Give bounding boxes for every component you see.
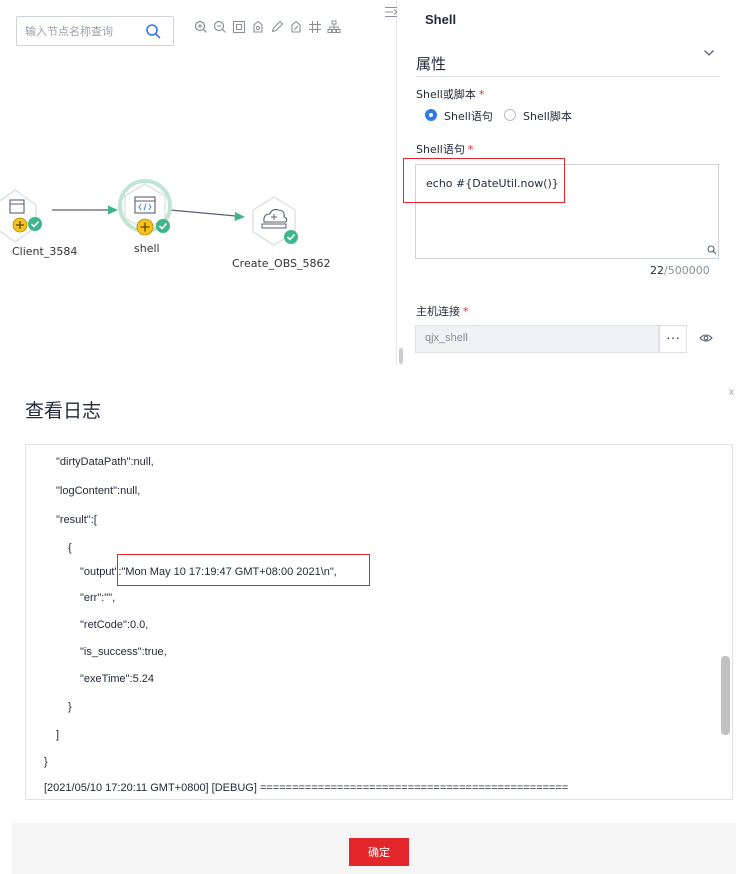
search-icon[interactable] [707, 245, 717, 255]
log-line: "exeTime":5.24 [80, 673, 155, 685]
log-scrollbar[interactable] [721, 656, 730, 735]
connector-arrow [52, 205, 118, 215]
flow-diagram [0, 179, 298, 246]
zoom-out-icon[interactable] [213, 20, 227, 34]
properties-section-title: 属性 [416, 55, 447, 73]
delete-icon[interactable] [289, 20, 303, 34]
host-connection-value: qjx_shell [425, 332, 468, 344]
node-client[interactable] [0, 189, 37, 243]
panel-scrollbar[interactable] [399, 348, 403, 364]
check-badge [28, 217, 42, 231]
panel-divider [396, 0, 397, 365]
log-line: "is_success":true, [80, 646, 167, 658]
dialog-title: 查看日志 [25, 400, 102, 422]
radio-shell-script[interactable] [504, 109, 516, 121]
node-search-input[interactable] [25, 23, 135, 39]
shell-or-script-label: Shell或脚本 * [416, 88, 485, 101]
eye-icon[interactable] [699, 333, 713, 343]
layout-icon[interactable] [327, 20, 341, 34]
char-counter: 22/500000 [650, 264, 710, 277]
radio-shell-script-label[interactable]: Shell脚本 [523, 108, 572, 124]
node-search-box[interactable] [16, 16, 174, 46]
log-line: "retCode":0.0, [80, 619, 149, 631]
fit-screen-icon[interactable] [232, 20, 246, 34]
host-select-button[interactable]: ··· [659, 325, 687, 353]
plus-badge [136, 218, 154, 236]
host-connection-label: 主机连接 * [416, 305, 469, 318]
section-divider [416, 76, 720, 77]
collapse-panel-icon[interactable] [384, 6, 398, 18]
log-line: "dirtyDataPath":null, [56, 456, 154, 468]
log-line: } [68, 701, 72, 713]
check-badge [156, 219, 170, 233]
log-line: "result":[ [56, 514, 97, 526]
confirm-button[interactable]: 确定 [349, 838, 409, 866]
chevron-down-icon[interactable] [703, 49, 715, 57]
log-line: } [44, 756, 48, 768]
plus-badge [12, 217, 28, 233]
highlight-box [117, 554, 370, 586]
zoom-in-icon[interactable] [194, 20, 208, 34]
edit-icon[interactable] [270, 20, 284, 34]
radio-shell-statement-label[interactable]: Shell语句 [444, 108, 493, 124]
check-badge [284, 230, 298, 244]
connector-arrow [169, 209, 245, 221]
lock-icon[interactable] [251, 20, 265, 34]
log-line: { [68, 542, 72, 554]
node-label-client: Client_3584 [12, 245, 78, 258]
log-line: "logContent":null, [56, 485, 141, 497]
grid-icon[interactable] [308, 20, 322, 34]
search-icon[interactable] [145, 23, 161, 39]
log-line: ] [56, 729, 60, 741]
node-label-shell: shell [134, 242, 160, 255]
dialog-close-button[interactable]: x [729, 387, 734, 398]
log-line: [2021/05/10 17:20:11 GMT+0800] [DEBUG] =… [44, 782, 569, 794]
highlight-box [403, 158, 565, 203]
node-label-create-obs: Create_OBS_5862 [232, 257, 331, 270]
radio-shell-statement[interactable] [425, 109, 437, 121]
log-line: "err":"", [80, 592, 116, 604]
shell-statement-label: Shell语句 * [416, 143, 474, 156]
panel-title: Shell [425, 12, 457, 27]
